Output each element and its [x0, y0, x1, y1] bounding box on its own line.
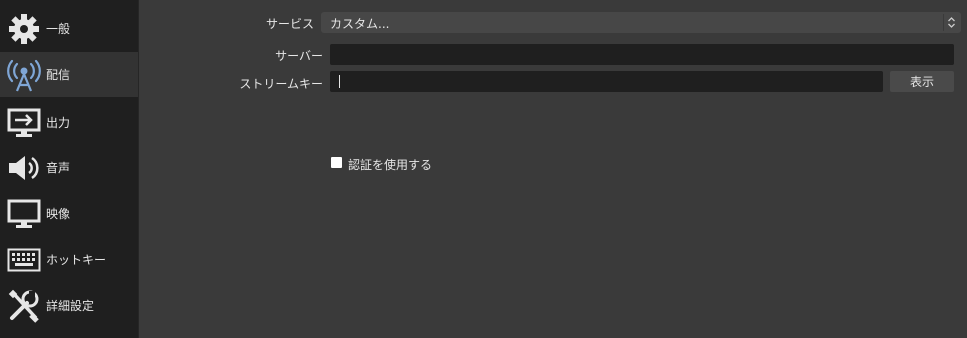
show-key-button[interactable]: 表示: [890, 71, 954, 92]
sidebar-item-general[interactable]: 一般: [0, 6, 139, 51]
speaker-icon: [6, 150, 42, 186]
keyboard-icon: [6, 242, 42, 278]
service-dropdown[interactable]: カスタム...: [321, 12, 961, 33]
sidebar-item-label: ホットキー: [46, 253, 107, 267]
stream-key-input[interactable]: [330, 71, 883, 92]
service-label: サービス: [265, 17, 314, 31]
text-cursor: [339, 75, 340, 88]
settings-sidebar: 一般 配信 出力 音声 映像 ホットキー 詳細設定: [0, 0, 139, 338]
use-auth-label[interactable]: 認証を使用する: [348, 156, 432, 173]
sidebar-item-hotkeys[interactable]: ホットキー: [0, 237, 139, 282]
sidebar-item-advanced[interactable]: 詳細設定: [0, 283, 139, 328]
gear-icon: [6, 11, 42, 47]
service-selected-value: カスタム...: [330, 17, 390, 31]
use-auth-checkbox[interactable]: [331, 157, 342, 168]
tools-icon: [6, 288, 42, 324]
sidebar-item-label: 音声: [46, 161, 71, 175]
server-label: サーバー: [275, 49, 323, 63]
sidebar-item-label: 配信: [46, 68, 71, 82]
sidebar-item-label: 出力: [46, 116, 71, 130]
sidebar-item-output[interactable]: 出力: [0, 100, 139, 145]
stream-key-label: ストリームキー: [239, 77, 323, 91]
sidebar-item-video[interactable]: 映像: [0, 191, 139, 236]
sidebar-divider: [138, 0, 139, 338]
sidebar-item-label: 映像: [46, 207, 71, 221]
sidebar-item-stream[interactable]: 配信: [0, 52, 139, 97]
monitor-output-icon: [6, 105, 42, 141]
sidebar-item-label: 一般: [46, 22, 71, 36]
updown-arrows-icon: [943, 14, 959, 31]
broadcast-antenna-icon: [6, 57, 42, 93]
server-input[interactable]: [330, 44, 954, 65]
sidebar-item-label: 詳細設定: [46, 299, 95, 313]
sidebar-item-audio[interactable]: 音声: [0, 145, 139, 190]
monitor-icon: [6, 196, 42, 232]
